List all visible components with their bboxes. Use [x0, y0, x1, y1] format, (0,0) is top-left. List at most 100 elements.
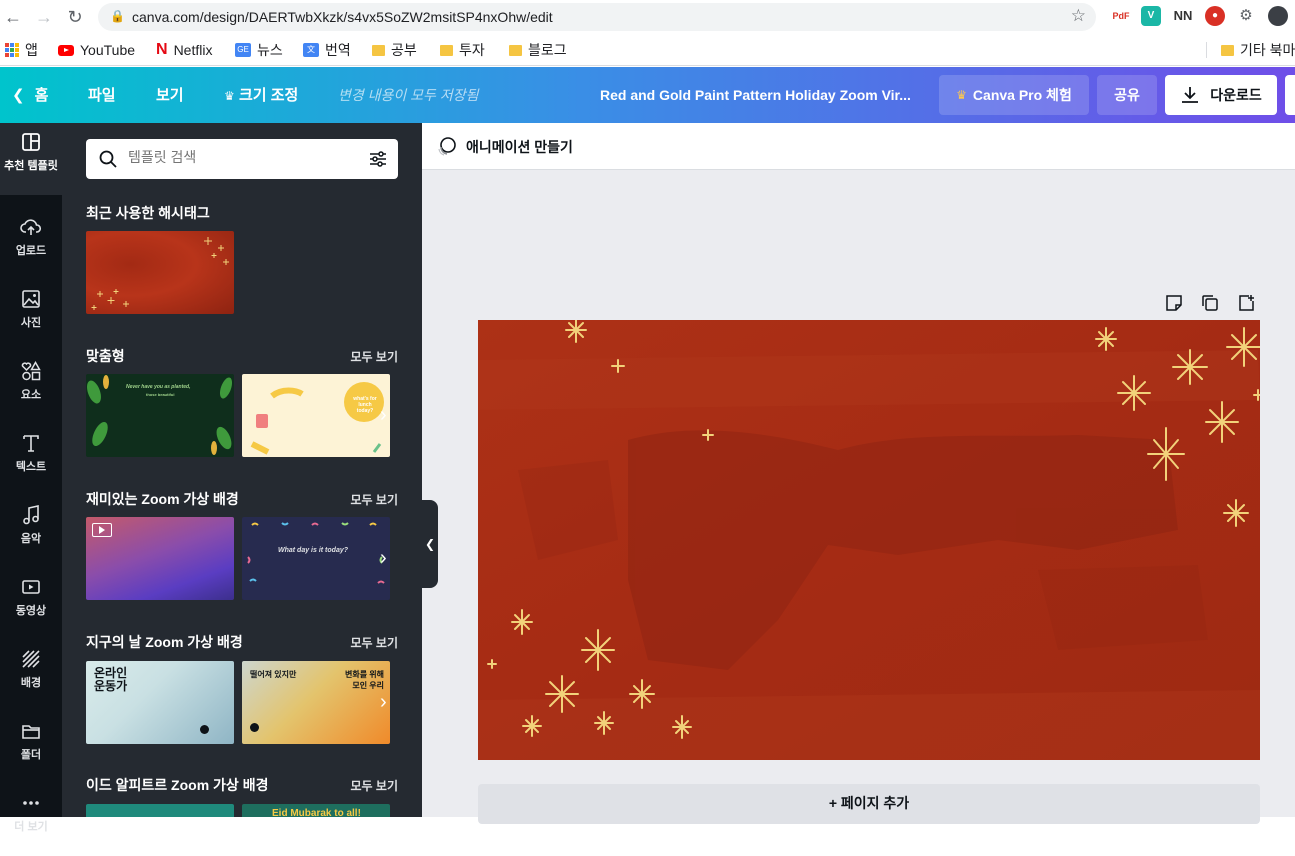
chevron-right-icon[interactable]: › — [380, 405, 400, 425]
add-page-icon[interactable] — [1236, 293, 1256, 313]
elements-icon — [21, 360, 41, 381]
bookmark-study[interactable]: 공부 — [372, 40, 417, 60]
nn-extension-icon[interactable]: NN — [1173, 6, 1193, 26]
play-icon — [99, 526, 105, 534]
animate-icon — [438, 137, 456, 156]
folder-icon — [440, 44, 453, 56]
templates-panel: 최근 사용한 해시태그 맞춤형 모두 보기 Never have you as … — [62, 123, 422, 817]
see-all-link[interactable]: 모두 보기 — [351, 348, 399, 365]
template-search-box[interactable] — [86, 139, 398, 179]
template-thumbnail-green-leaves[interactable]: Never have you as planted, those beautif… — [86, 374, 234, 457]
gold-sparkle-pattern — [91, 237, 229, 310]
design-canvas-page[interactable] — [478, 320, 1260, 760]
template-thumbnail-eid-1[interactable] — [86, 804, 234, 817]
rail-item-text[interactable]: 텍스트 — [0, 424, 62, 496]
confetti-decoration — [247, 522, 385, 584]
url-text[interactable]: canva.com/design/DAERTwbXkzk/s4vx5SoZW2m… — [132, 9, 553, 25]
bookmark-translate[interactable]: 文 번역 — [303, 40, 351, 60]
chevron-right-icon[interactable]: › — [380, 692, 400, 712]
chevron-left-icon: ❮ — [12, 87, 25, 104]
rail-item-background[interactable]: 배경 — [0, 640, 62, 712]
bookmarks-bar: 앱 YouTube N Netflix GE 뉴스 文 번역 공부 투자 블로그… — [0, 34, 1295, 66]
thumb-text: 온라인 운동가 — [94, 666, 128, 693]
rail-item-folders[interactable]: 폴더 — [0, 712, 62, 784]
rail-item-elements[interactable]: 요소 — [0, 352, 62, 424]
template-search-input[interactable] — [128, 149, 348, 165]
music-icon — [23, 505, 39, 525]
animate-button[interactable]: 애니메이션 만들기 — [466, 137, 573, 157]
crown-icon: ♛ — [956, 88, 967, 102]
profile-avatar-icon[interactable] — [1268, 6, 1288, 26]
duplicate-page-icon[interactable] — [1200, 293, 1220, 313]
template-thumbnail-online-activist[interactable]: 온라인 운동가 — [86, 661, 234, 744]
bookmark-netflix[interactable]: N Netflix — [156, 40, 212, 60]
crown-icon: ♛ — [224, 89, 235, 103]
bookmark-apps[interactable]: 앱 — [5, 40, 38, 60]
red-gold-paint-background — [478, 320, 1260, 760]
template-thumbnail-recent[interactable] — [86, 231, 234, 314]
home-button[interactable]: ❮ 홈 — [12, 84, 48, 105]
bookmark-invest[interactable]: 투자 — [440, 40, 485, 60]
translate-icon: 文 — [303, 43, 319, 57]
see-all-link[interactable]: 모두 보기 — [351, 634, 399, 651]
template-thumbnail-eid-2[interactable]: Eid Mubarak to all! — [242, 804, 390, 817]
thumb-text: what's for lunch today? — [353, 396, 377, 414]
resize-button[interactable]: ♛ 크기 조정 — [224, 84, 298, 105]
download-button[interactable]: 다운로드 — [1165, 75, 1277, 115]
rail-item-photos[interactable]: 사진 — [0, 280, 62, 352]
editor-header: ❮ 홈 파일 보기 ♛ 크기 조정 변경 내용이 모두 저장됨 Red and G… — [0, 67, 1295, 123]
section-title-custom: 맞춤형 — [86, 348, 125, 364]
browser-toolbar: ← → ↻ 🔒 canva.com/design/DAERTwbXkzk/s4v… — [0, 0, 1295, 34]
reload-icon[interactable]: ↻ — [64, 6, 86, 28]
view-menu-button[interactable]: 보기 — [156, 84, 184, 105]
back-arrow-icon[interactable]: ← — [2, 6, 24, 28]
v-extension-icon[interactable]: V — [1141, 6, 1161, 26]
add-page-button[interactable]: + 페이지 추가 — [478, 784, 1260, 824]
thumb-text: Eid Mubarak to all! — [272, 808, 361, 817]
template-thumbnail-lunch[interactable]: what's for lunch today? — [242, 374, 390, 457]
bookmark-star-icon[interactable]: ☆ — [1071, 6, 1086, 26]
photo-icon — [22, 290, 40, 308]
text-icon — [23, 435, 39, 452]
pdf-extension-icon[interactable]: PdF — [1111, 6, 1131, 26]
add-note-icon[interactable] — [1164, 293, 1184, 313]
template-thumbnail-apart-together[interactable]: 떨어져 있지만 변화를 위해 모인 우리 — [242, 661, 390, 744]
filter-sliders-icon[interactable] — [368, 149, 388, 169]
template-thumbnail-what-day[interactable]: What day is it today? — [242, 517, 390, 600]
forward-arrow-icon[interactable]: → — [33, 6, 55, 28]
more-header-button[interactable] — [1285, 75, 1295, 115]
upload-cloud-icon — [20, 219, 42, 235]
youtube-icon — [58, 44, 74, 56]
logo-dot — [200, 725, 209, 734]
bookmark-other[interactable]: 기타 북마 — [1221, 40, 1295, 60]
apps-grid-icon — [5, 43, 19, 57]
see-all-link[interactable]: 모두 보기 — [351, 491, 399, 508]
see-all-link[interactable]: 모두 보기 — [351, 777, 399, 794]
rail-item-templates[interactable]: 추천 템플릿 — [0, 123, 62, 195]
canva-pro-trial-button[interactable]: ♛ Canva Pro 체험 — [939, 75, 1089, 115]
design-title[interactable]: Red and Gold Paint Pattern Holiday Zoom … — [600, 87, 911, 103]
chevron-right-icon[interactable]: › — [380, 548, 400, 568]
section-title-fun-zoom: 재미있는 Zoom 가상 배경 — [86, 491, 239, 507]
thumb-text: What day is it today? — [278, 547, 349, 554]
puzzle-extensions-icon[interactable]: ⚙ — [1236, 6, 1256, 26]
more-icon — [23, 801, 39, 805]
bookmark-news[interactable]: GE 뉴스 — [235, 40, 283, 60]
share-button[interactable]: 공유 — [1097, 75, 1157, 115]
file-menu-button[interactable]: 파일 — [88, 84, 116, 105]
template-thumbnail-galaxy[interactable] — [86, 517, 234, 600]
collapse-panel-button[interactable]: ❮ — [422, 500, 438, 588]
folder-icon — [22, 725, 40, 739]
rail-item-uploads[interactable]: 업로드 — [0, 208, 62, 280]
section-title-eid: 이드 알피트르 Zoom 가상 배경 — [86, 777, 269, 793]
rail-item-video[interactable]: 동영상 — [0, 568, 62, 640]
bookmark-blog[interactable]: 블로그 — [509, 40, 567, 60]
logo-dot — [250, 723, 259, 732]
red-extension-icon[interactable]: ● — [1205, 6, 1225, 26]
bookmark-youtube[interactable]: YouTube — [58, 40, 135, 60]
design-workspace: 애니메이션 만들기 + 페이지 추가 — [422, 123, 1295, 824]
save-status: 변경 내용이 모두 저장됨 — [338, 87, 479, 103]
rail-item-more[interactable]: 더 보기 — [0, 784, 62, 856]
rail-item-music[interactable]: 음악 — [0, 496, 62, 568]
url-bar[interactable]: 🔒 canva.com/design/DAERTwbXkzk/s4vx5SoZW… — [98, 3, 1096, 31]
